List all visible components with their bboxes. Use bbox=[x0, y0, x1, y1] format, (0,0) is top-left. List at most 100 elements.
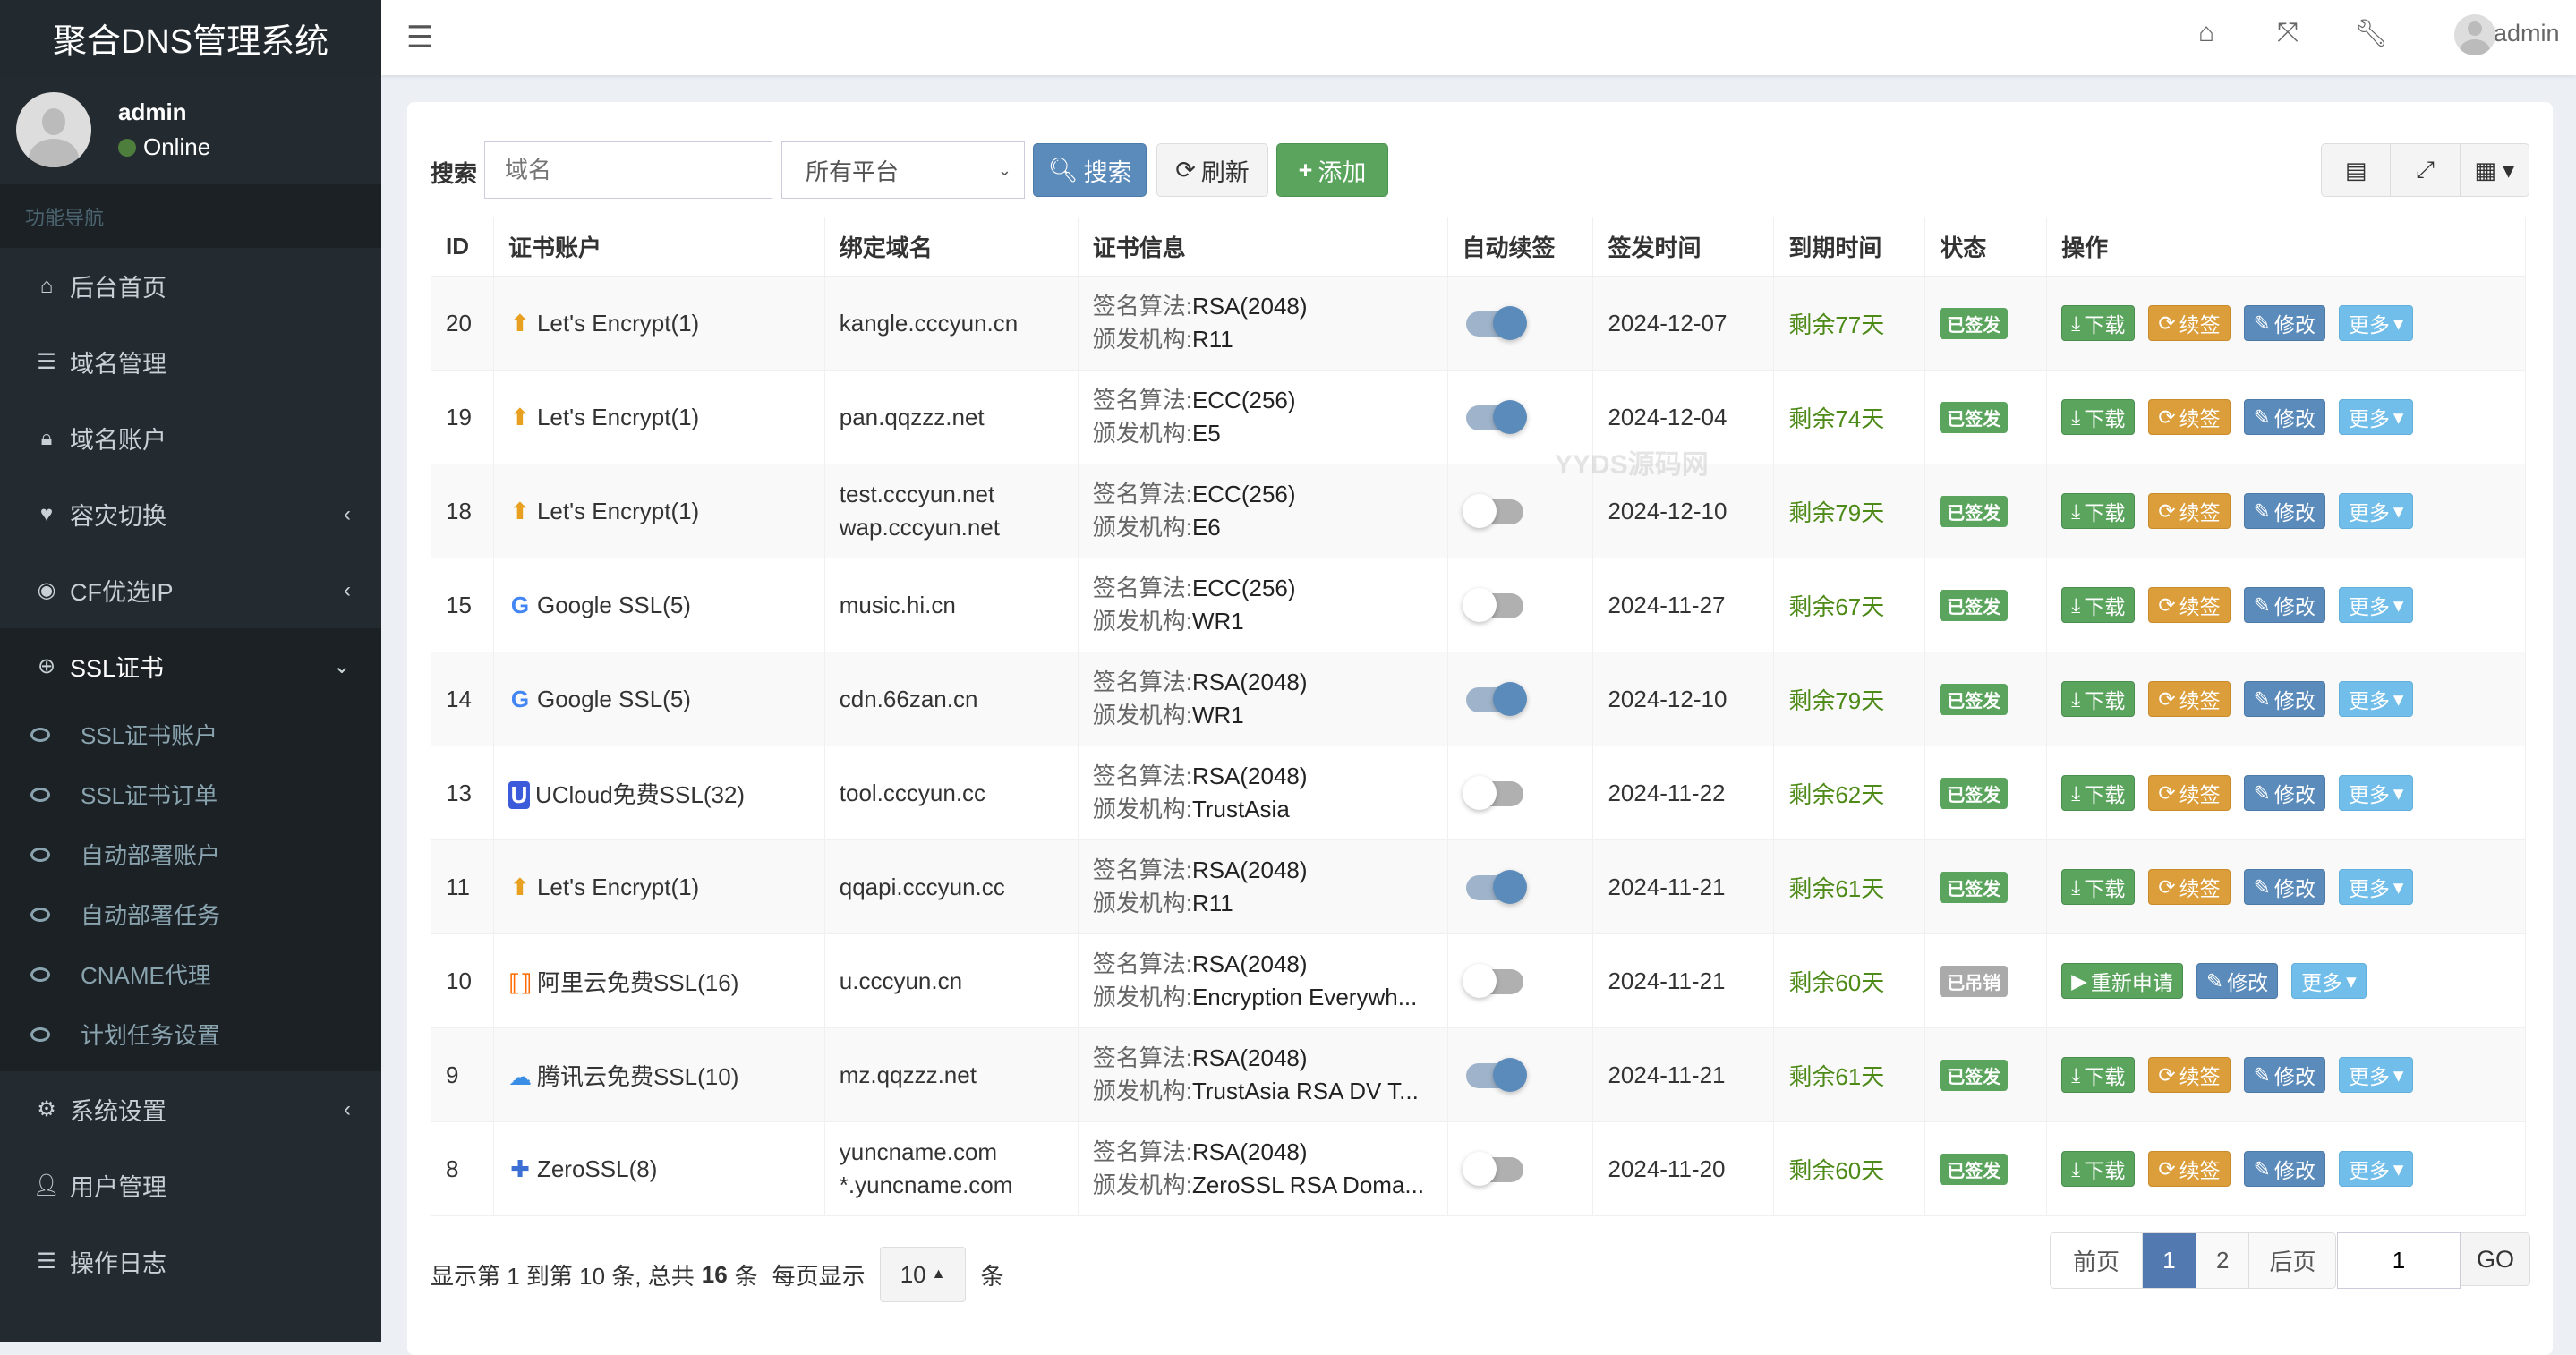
edit-button[interactable]: ✎ 修改 bbox=[2243, 493, 2325, 529]
domain-search-input[interactable] bbox=[484, 141, 772, 199]
edit-button[interactable]: ✎ 修改 bbox=[2243, 1057, 2325, 1093]
submenu-item[interactable]: 自动部署账户 bbox=[0, 824, 381, 884]
edit-button[interactable]: ✎ 修改 bbox=[2243, 305, 2325, 342]
submenu-item[interactable]: CNAME代理 bbox=[0, 944, 381, 1004]
renew-button[interactable]: ⟳ 续签 bbox=[2148, 1057, 2231, 1093]
account-name[interactable]: UCloud免费SSL(32) bbox=[535, 781, 745, 808]
goto-page-input[interactable] bbox=[2337, 1232, 2461, 1289]
more-button[interactable]: 更多 ▾ bbox=[2338, 587, 2414, 623]
header-user-name[interactable]: admin bbox=[2494, 20, 2560, 47]
renew-button[interactable]: ⟳ 续签 bbox=[2148, 587, 2231, 623]
sidebar-item[interactable]: ☰ 操作日志 bbox=[0, 1223, 381, 1300]
download-button[interactable]: ⤓ 下载 bbox=[2061, 681, 2136, 717]
more-button[interactable]: 更多 ▾ bbox=[2291, 963, 2367, 999]
issuer-value: WR1 bbox=[1191, 702, 1244, 729]
edit-button[interactable]: ✎ 修改 bbox=[2243, 587, 2325, 623]
auto-renew-toggle[interactable] bbox=[1463, 682, 1529, 716]
download-button[interactable]: ⤓ 下载 bbox=[2061, 305, 2136, 342]
reapply-button[interactable]: ▶ 重新申请 bbox=[2061, 963, 2183, 999]
menu-toggle-icon[interactable]: ☰ bbox=[406, 20, 433, 55]
auto-renew-toggle[interactable] bbox=[1462, 1152, 1529, 1186]
more-button[interactable]: 更多 ▾ bbox=[2338, 1057, 2414, 1093]
renew-button[interactable]: ⟳ 续签 bbox=[2148, 305, 2231, 342]
account-name[interactable]: 腾讯云免费SSL(10) bbox=[537, 1063, 738, 1090]
auto-renew-toggle[interactable] bbox=[1462, 588, 1529, 622]
auto-renew-toggle[interactable] bbox=[1463, 306, 1529, 341]
edit-button[interactable]: ✎ 修改 bbox=[2243, 775, 2325, 811]
renew-button[interactable]: ⟳ 续签 bbox=[2148, 493, 2231, 529]
account-name[interactable]: Google SSL(5) bbox=[537, 592, 691, 618]
edit-button[interactable]: ✎ 修改 bbox=[2243, 399, 2325, 435]
home-icon[interactable]: ⌂ bbox=[2198, 18, 2214, 48]
sidebar-item[interactable]: ⚙ 系统设置 ‹ bbox=[0, 1071, 381, 1147]
account-name[interactable]: Google SSL(5) bbox=[537, 686, 691, 712]
account-name[interactable]: Let's Encrypt(1) bbox=[537, 874, 699, 900]
more-button[interactable]: 更多 ▾ bbox=[2338, 1151, 2414, 1187]
wrench-icon[interactable]: 🔧︎ bbox=[2354, 18, 2388, 49]
letsencrypt-icon: ⬆ bbox=[510, 309, 530, 337]
platform-select[interactable]: 所有平台 ⌄ bbox=[781, 141, 1025, 199]
page-size-dropdown[interactable]: 10 ▲ bbox=[879, 1247, 967, 1302]
edit-button[interactable]: ✎ 修改 bbox=[2243, 869, 2325, 905]
more-button[interactable]: 更多 ▾ bbox=[2338, 399, 2414, 435]
more-button[interactable]: 更多 ▾ bbox=[2338, 493, 2414, 529]
sidebar-item[interactable]: ⊕ SSL证书 ⌄ bbox=[0, 628, 381, 704]
submenu-item[interactable]: SSL证书订单 bbox=[0, 764, 381, 824]
renew-button[interactable]: ⟳ 续签 bbox=[2148, 869, 2231, 905]
go-button[interactable]: GO bbox=[2461, 1232, 2530, 1286]
prev-page-button[interactable]: 前页 bbox=[2051, 1233, 2142, 1288]
page-1-button[interactable]: 1 bbox=[2142, 1233, 2196, 1288]
submenu-item[interactable]: SSL证书账户 bbox=[0, 704, 381, 764]
auto-renew-toggle[interactable] bbox=[1463, 400, 1529, 434]
fullscreen-icon[interactable]: ⤧ bbox=[2277, 18, 2299, 48]
account-name[interactable]: Let's Encrypt(1) bbox=[537, 498, 699, 524]
fullscreen-icon[interactable]: ⤢ bbox=[2390, 144, 2459, 196]
domain: test.cccyun.net bbox=[839, 481, 995, 507]
sidebar-item[interactable]: ♥ 容灾切换 ‹ bbox=[0, 476, 381, 552]
download-button[interactable]: ⤓ 下载 bbox=[2061, 775, 2136, 811]
sidebar-item[interactable]: ☰ 域名管理 bbox=[0, 324, 381, 400]
more-button[interactable]: 更多 ▾ bbox=[2338, 869, 2414, 905]
download-button[interactable]: ⤓ 下载 bbox=[2061, 493, 2136, 529]
auto-renew-toggle[interactable] bbox=[1462, 964, 1529, 998]
edit-button[interactable]: ✎ 修改 bbox=[2243, 681, 2325, 717]
more-button[interactable]: 更多 ▾ bbox=[2338, 775, 2414, 811]
next-page-button[interactable]: 后页 bbox=[2248, 1233, 2336, 1288]
sidebar-item[interactable]: 🔒︎ 域名账户 bbox=[0, 400, 381, 476]
account-name[interactable]: Let's Encrypt(1) bbox=[537, 310, 699, 337]
renew-button[interactable]: ⟳ 续签 bbox=[2148, 681, 2231, 717]
search-button[interactable]: 🔍︎ 搜索 bbox=[1033, 143, 1147, 197]
auto-renew-toggle[interactable] bbox=[1463, 870, 1529, 904]
submenu-item[interactable]: 自动部署任务 bbox=[0, 884, 381, 944]
sidebar-item[interactable]: ⌂ 后台首页 bbox=[0, 248, 381, 324]
account-name[interactable]: Let's Encrypt(1) bbox=[537, 404, 699, 430]
edit-button[interactable]: ✎ 修改 bbox=[2196, 963, 2279, 999]
edit-button[interactable]: ✎ 修改 bbox=[2243, 1151, 2325, 1187]
add-button[interactable]: + 添加 bbox=[1276, 143, 1388, 197]
more-button[interactable]: 更多 ▾ bbox=[2338, 305, 2414, 342]
sidebar-item[interactable]: 👤︎ 用户管理 bbox=[0, 1147, 381, 1223]
renew-button[interactable]: ⟳ 续签 bbox=[2148, 775, 2231, 811]
submenu-item[interactable]: 计划任务设置 bbox=[0, 1004, 381, 1064]
refresh-button[interactable]: ⟳ 刷新 bbox=[1156, 143, 1268, 197]
download-button[interactable]: ⤓ 下载 bbox=[2061, 1057, 2136, 1093]
account-name[interactable]: 阿里云免费SSL(16) bbox=[537, 969, 738, 996]
auto-renew-toggle[interactable] bbox=[1463, 1058, 1529, 1092]
more-button[interactable]: 更多 ▾ bbox=[2338, 681, 2414, 717]
renew-button[interactable]: ⟳ 续签 bbox=[2148, 399, 2231, 435]
list-view-icon[interactable]: ▤ bbox=[2322, 144, 2390, 196]
download-button[interactable]: ⤓ 下载 bbox=[2061, 869, 2136, 905]
table-row: 11 ⬆ Let's Encrypt(1) qqapi.cccyun.cc 签名算法:R… bbox=[431, 839, 2526, 934]
renew-button[interactable]: ⟳ 续签 bbox=[2148, 1151, 2231, 1187]
toggle-knob bbox=[1462, 1152, 1497, 1186]
download-button[interactable]: ⤓ 下载 bbox=[2061, 399, 2136, 435]
account-name[interactable]: ZeroSSL(8) bbox=[537, 1155, 657, 1182]
columns-icon[interactable]: ▦ ▾ bbox=[2459, 144, 2529, 196]
download-button[interactable]: ⤓ 下载 bbox=[2061, 1151, 2136, 1187]
page-2-button[interactable]: 2 bbox=[2196, 1233, 2249, 1288]
download-button[interactable]: ⤓ 下载 bbox=[2061, 587, 2136, 623]
auto-renew-toggle[interactable] bbox=[1462, 776, 1529, 810]
auto-renew-toggle[interactable] bbox=[1462, 494, 1529, 528]
sidebar-item[interactable]: ◉ CF优选IP ‹ bbox=[0, 552, 381, 628]
header-avatar[interactable] bbox=[2454, 14, 2495, 55]
